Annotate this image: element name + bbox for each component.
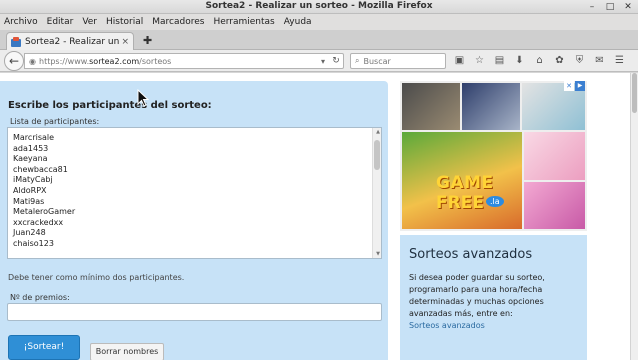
mouse-cursor-icon bbox=[137, 89, 149, 107]
menu-ver[interactable]: Ver bbox=[82, 17, 97, 27]
reload-icon[interactable]: ↻ bbox=[329, 56, 343, 66]
participant-item: Juan248 bbox=[13, 228, 46, 238]
url-dropdown-icon[interactable]: ▾ bbox=[321, 57, 329, 66]
search-icon: ⌕ bbox=[355, 56, 360, 65]
advanced-raffles-panel: Sorteos avanzados Si desea poder guardar… bbox=[400, 235, 587, 360]
url-path: /sorteos bbox=[139, 56, 172, 66]
url-domain: sortea2.com bbox=[89, 56, 140, 66]
participant-item: AldoRPX bbox=[13, 185, 47, 195]
participant-item: chaiso123 bbox=[13, 238, 54, 248]
adchoices-icon[interactable]: ▶ bbox=[575, 81, 585, 91]
reading-list-icon[interactable]: ▤ bbox=[493, 54, 506, 68]
window-controls: – □ ✕ bbox=[586, 1, 634, 13]
close-window-icon[interactable]: ✕ bbox=[622, 1, 634, 13]
minimize-icon[interactable]: – bbox=[586, 1, 598, 13]
gamefree-logo-free: FREE bbox=[436, 193, 484, 213]
menu-herramientas[interactable]: Herramientas bbox=[213, 17, 274, 27]
gamefree-logo-game: GAME bbox=[436, 173, 494, 193]
toolbar-icons: ▣ ☆ ▤ ⬇ ⌂ ✿ ⛨ ✉ ☰ bbox=[453, 54, 626, 68]
search-placeholder: Buscar bbox=[363, 56, 391, 66]
participant-item: ada1453 bbox=[13, 143, 49, 153]
participant-item: MetaleroGamer bbox=[13, 207, 76, 217]
home-icon[interactable]: ⌂ bbox=[533, 54, 546, 68]
url-bar[interactable]: ◉ https://www.sortea2.com/sorteos ▾ ↻ bbox=[24, 53, 344, 69]
participants-label: Lista de participantes: bbox=[10, 117, 100, 126]
page-scroll-thumb[interactable] bbox=[632, 73, 637, 113]
star-icon[interactable]: ☆ bbox=[473, 54, 486, 68]
menu-historial[interactable]: Historial bbox=[106, 17, 143, 27]
globe-icon: ◉ bbox=[29, 56, 36, 66]
scroll-up-arrow-icon[interactable]: ▲ bbox=[376, 129, 380, 135]
extension-icon[interactable]: ✿ bbox=[553, 54, 566, 68]
sortea2-favicon-icon bbox=[11, 36, 21, 47]
borrar-nombres-button[interactable]: Borrar nombres bbox=[90, 343, 164, 360]
ad-tile-dolls-game[interactable] bbox=[524, 182, 585, 229]
participant-item: xxcrackedxx bbox=[13, 217, 64, 227]
minimum-participants-hint: Debe tener como mínimo dos participantes… bbox=[8, 273, 185, 282]
download-icon[interactable]: ⬇ bbox=[513, 54, 526, 68]
advanced-raffles-description: Si desea poder guardar su sorteo, progra… bbox=[409, 273, 545, 318]
new-tab-icon[interactable]: ✚ bbox=[143, 34, 152, 47]
menubar: Archivo Editar Ver Historial Marcadores … bbox=[0, 14, 638, 30]
ad-tile-bike-game[interactable] bbox=[462, 83, 520, 130]
textarea-scroll-thumb[interactable] bbox=[374, 140, 380, 170]
ad-close-icon[interactable]: ✕ bbox=[564, 81, 574, 91]
participant-item: Mati9as bbox=[13, 196, 45, 206]
prizes-label: Nº de premios: bbox=[10, 293, 70, 302]
url-text: https://www.sortea2.com/sorteos bbox=[39, 57, 321, 66]
advanced-raffles-text: Si desea poder guardar su sorteo, progra… bbox=[409, 272, 581, 332]
page-content: Escribe los participantes del sorteo: Li… bbox=[0, 73, 638, 360]
maximize-icon[interactable]: □ bbox=[604, 1, 616, 13]
shield-icon[interactable]: ⛨ bbox=[573, 54, 586, 68]
back-arrow-icon[interactable]: ← bbox=[4, 51, 24, 71]
window-titlebar: Sortea2 - Realizar un sorteo - Mozilla F… bbox=[0, 0, 638, 14]
tab-sortea2[interactable]: Sortea2 - Realizar un ... × bbox=[6, 32, 134, 50]
tab-close-icon[interactable]: × bbox=[121, 37, 129, 47]
participants-textarea[interactable]: Marcrisale ada1453 Kaeyana chewbacca81 i… bbox=[7, 127, 382, 259]
participant-item: iMatyCabj bbox=[13, 175, 53, 185]
menu-ayuda[interactable]: Ayuda bbox=[284, 17, 312, 27]
gamefree-logo-suffix: .la bbox=[485, 196, 504, 207]
advertisement-banner[interactable]: GAME FREE .la ✕ ▶ bbox=[400, 81, 587, 231]
search-bar[interactable]: ⌕ Buscar bbox=[350, 53, 446, 69]
chat-icon[interactable]: ✉ bbox=[593, 54, 606, 68]
window-title: Sortea2 - Realizar un sorteo - Mozilla F… bbox=[205, 1, 433, 11]
menu-archivo[interactable]: Archivo bbox=[4, 17, 38, 27]
ad-tile-action-game[interactable] bbox=[402, 83, 460, 130]
navigation-bar: ← ◉ https://www.sortea2.com/sorteos ▾ ↻ … bbox=[0, 50, 638, 72]
sortear-button[interactable]: ¡Sortear! bbox=[8, 335, 80, 360]
prizes-input[interactable] bbox=[7, 303, 382, 321]
raffle-form-panel: Escribe los participantes del sorteo: Li… bbox=[0, 81, 388, 360]
participant-item: Marcrisale bbox=[13, 133, 55, 142]
gamefree-logo[interactable]: GAME FREE .la bbox=[436, 173, 506, 219]
tab-label: Sortea2 - Realizar un ... bbox=[25, 36, 122, 47]
menu-marcadores[interactable]: Marcadores bbox=[152, 17, 204, 27]
scroll-down-arrow-icon[interactable]: ▼ bbox=[376, 251, 380, 257]
page-scrollbar[interactable] bbox=[630, 73, 638, 360]
menu-editar[interactable]: Editar bbox=[47, 17, 74, 27]
advanced-raffles-title: Sorteos avanzados bbox=[409, 247, 533, 262]
tab-bar: Sortea2 - Realizar un ... × ✚ bbox=[0, 30, 638, 50]
advanced-raffles-link[interactable]: Sorteos avanzados bbox=[409, 321, 485, 330]
participant-item: chewbacca81 bbox=[13, 164, 68, 174]
hamburger-menu-icon[interactable]: ☰ bbox=[613, 54, 626, 68]
participant-item: Kaeyana bbox=[13, 154, 48, 164]
pocket-icon[interactable]: ▣ bbox=[453, 54, 466, 68]
ad-tile-baby-game[interactable] bbox=[524, 132, 585, 180]
form-heading: Escribe los participantes del sorteo: bbox=[8, 100, 212, 111]
url-prefix: https://www. bbox=[39, 56, 90, 66]
